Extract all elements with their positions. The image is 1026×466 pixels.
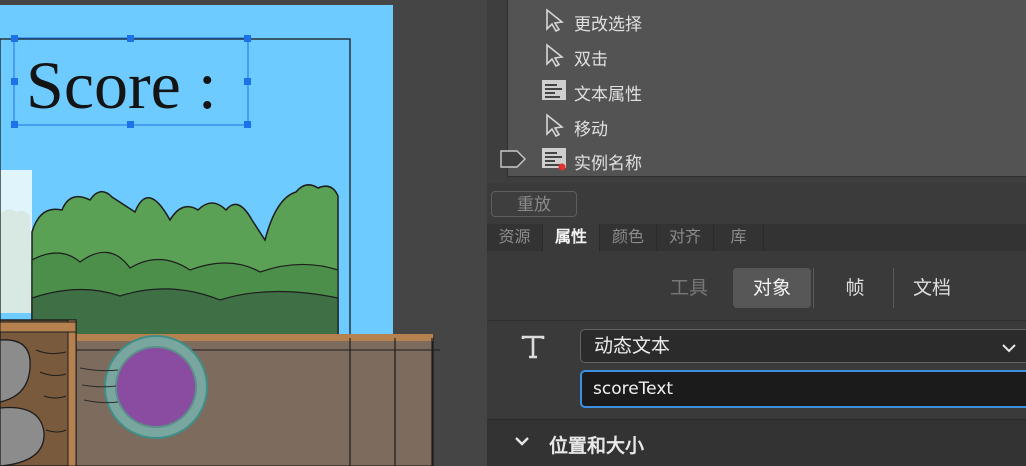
history-item-label: 文本属性 <box>574 85 642 105</box>
cursor-arrow-icon <box>540 41 568 69</box>
text-tool-icon <box>521 335 545 359</box>
tab-align[interactable]: 对齐 <box>657 224 714 251</box>
text-type-value: 动态文本 <box>594 335 671 357</box>
chevron-down-icon <box>515 437 529 446</box>
score-label-text[interactable]: Score : <box>26 47 217 123</box>
history-panel: 更改选择 双击 文本属性 移动 实例名称 重放 <box>487 0 1026 217</box>
history-item-label: 实例名称 <box>574 154 642 174</box>
segment-object[interactable]: 对象 <box>733 268 811 308</box>
stage-artwork: Score : <box>0 5 440 466</box>
history-item-label: 更改选择 <box>574 15 642 35</box>
segment-divider <box>893 268 894 308</box>
panel-tabs: 资源 属性 颜色 对齐 库 <box>487 224 1026 251</box>
object-settings: 动态文本 <box>487 320 1026 419</box>
segment-frame[interactable]: 帧 <box>817 268 893 308</box>
stage-canvas[interactable]: Score : <box>0 0 487 466</box>
section-title: 位置和大小 <box>549 435 645 457</box>
tab-properties[interactable]: 属性 <box>543 224 600 251</box>
right-panel: 更改选择 双击 文本属性 移动 实例名称 重放 资源 属性 颜色 对齐 库 工具… <box>487 0 1026 466</box>
cursor-arrow-icon <box>540 111 568 139</box>
segment-divider <box>813 268 814 308</box>
tab-assets[interactable]: 资源 <box>487 224 543 251</box>
text-type-dropdown[interactable]: 动态文本 <box>580 329 1026 363</box>
replay-button[interactable]: 重放 <box>491 191 577 217</box>
cursor-arrow-icon <box>540 6 568 34</box>
properties-mode-switch: 工具 对象 帧 文档 <box>487 251 1026 319</box>
history-item-label: 双击 <box>574 50 608 70</box>
position-size-section[interactable]: 位置和大小 <box>487 419 1026 466</box>
chevron-down-icon <box>1002 344 1016 353</box>
text-properties-icon <box>540 145 568 173</box>
history-item-label: 移动 <box>574 120 608 140</box>
instance-name-input[interactable] <box>580 370 1026 408</box>
history-position-slider-icon[interactable] <box>500 150 526 168</box>
history-list: 更改选择 双击 文本属性 移动 实例名称 <box>507 0 1026 177</box>
segment-tool[interactable]: 工具 <box>653 268 725 308</box>
tab-color[interactable]: 颜色 <box>600 224 657 251</box>
text-properties-icon <box>540 76 568 104</box>
segment-document[interactable]: 文档 <box>897 268 967 308</box>
tab-library[interactable]: 库 <box>714 224 764 251</box>
